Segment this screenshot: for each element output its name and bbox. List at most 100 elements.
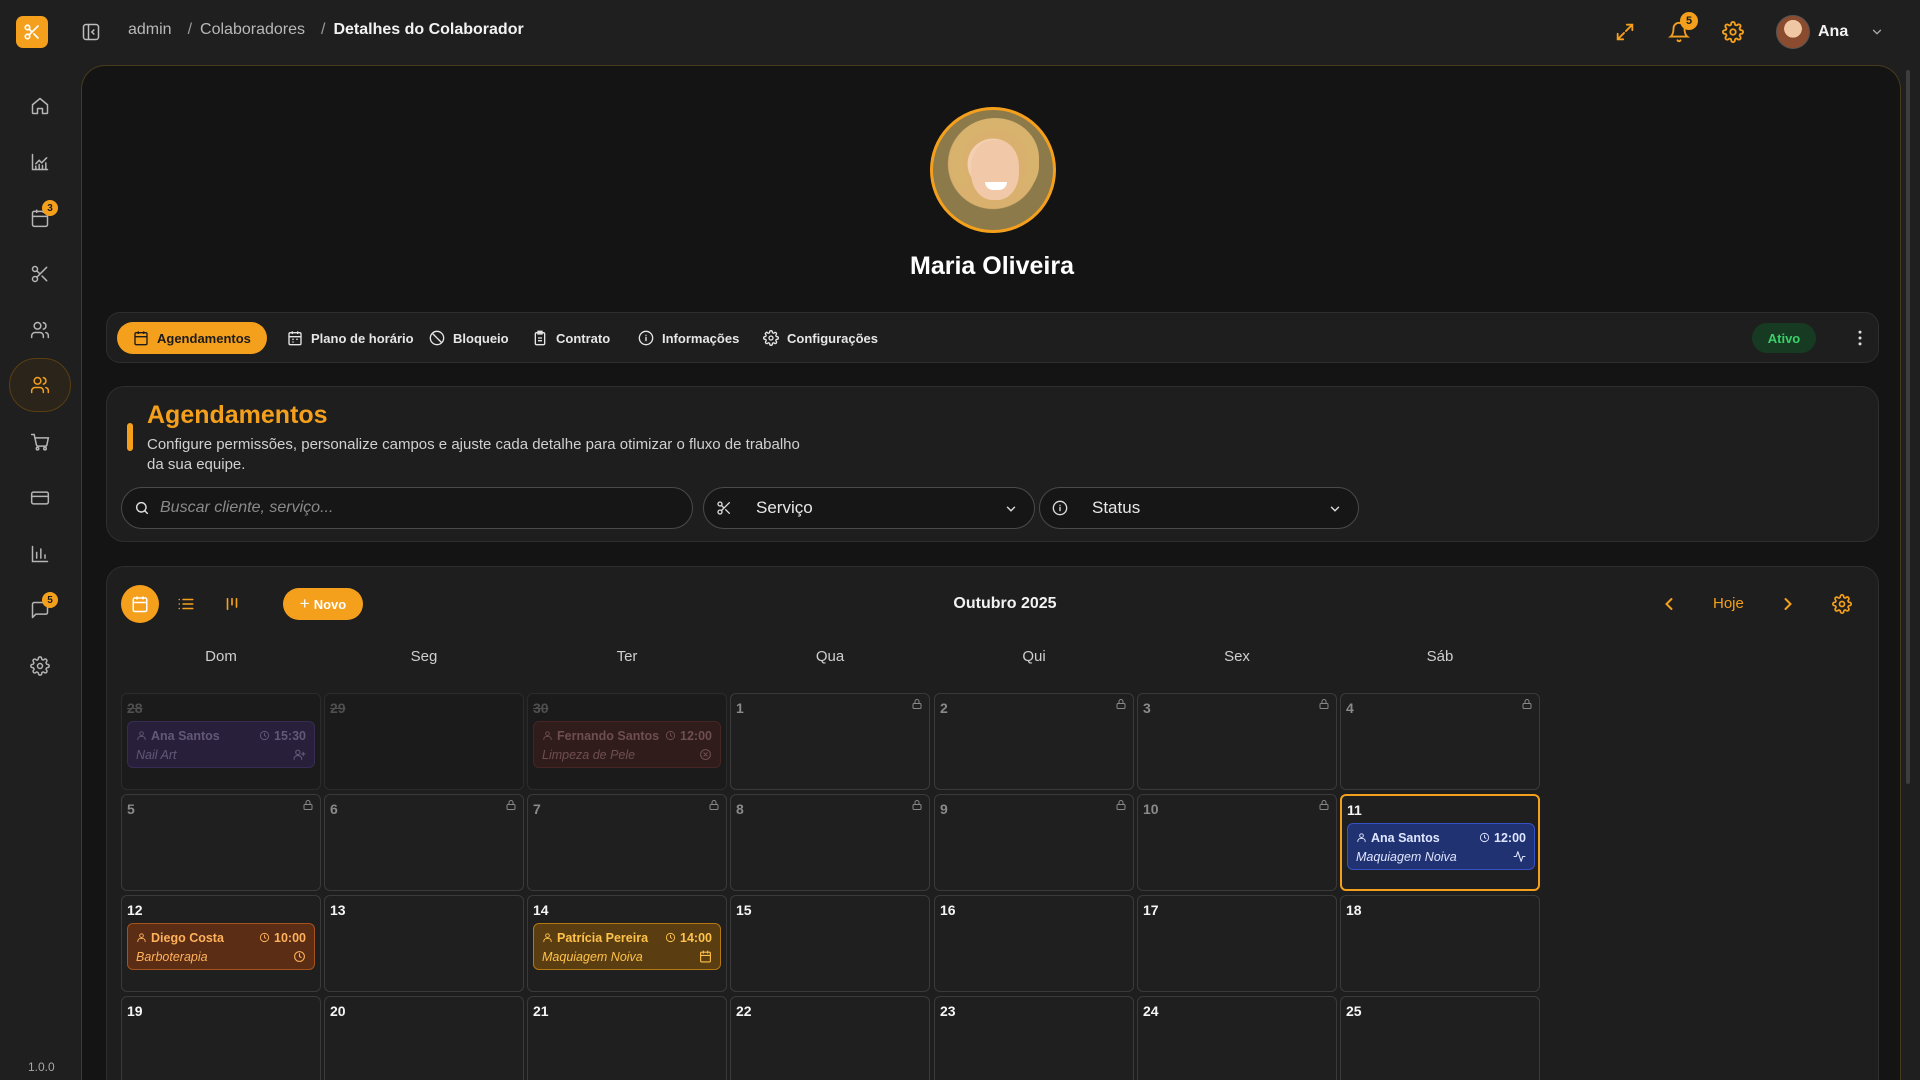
calendar-day[interactable]: 8: [730, 794, 930, 891]
expand-icon[interactable]: [1614, 21, 1636, 43]
appointment-time-value: 14:00: [680, 930, 712, 945]
lock-icon: [708, 799, 720, 811]
calendar-day[interactable]: 14 Patrícia Pereira 14:00 Maquiagem Noiva: [527, 895, 727, 992]
sidebar-item-vendas[interactable]: [20, 422, 60, 462]
calendar-day[interactable]: 18: [1340, 895, 1540, 992]
day-number: 18: [1346, 902, 1362, 918]
calendar-day[interactable]: 1: [730, 693, 930, 790]
tab-agendamentos[interactable]: Agendamentos: [117, 322, 267, 354]
day-number: 7: [533, 801, 541, 817]
appointment-card[interactable]: Diego Costa 10:00 Barboterapia: [127, 923, 315, 970]
sidebar-toggle-icon[interactable]: [81, 22, 101, 42]
lock-icon: [911, 698, 923, 710]
calendar-day[interactable]: 7: [527, 794, 727, 891]
calendar-day[interactable]: 5: [121, 794, 321, 891]
appointment-card[interactable]: Patrícia Pereira 14:00 Maquiagem Noiva: [533, 923, 721, 970]
chevron-down-icon: [1006, 506, 1016, 512]
day-number: 9: [940, 801, 948, 817]
tab-configuracoes[interactable]: Configurações: [747, 322, 894, 354]
calendar-day[interactable]: 22: [730, 996, 930, 1080]
status-select[interactable]: Status: [1039, 487, 1359, 529]
lock-icon: [1115, 799, 1127, 811]
calendar-day[interactable]: 23: [934, 996, 1134, 1080]
bar-chart-icon: [31, 545, 49, 563]
scrollbar[interactable]: [1906, 70, 1910, 784]
calendar-day[interactable]: 25: [1340, 996, 1540, 1080]
sidebar-item-colaboradores[interactable]: [9, 358, 71, 412]
tab-bloqueio[interactable]: Bloqueio: [413, 322, 525, 354]
calendar-day[interactable]: 30 Fernando Santos 12:00 Limpeza de Pele: [527, 693, 727, 790]
scissors-icon: [717, 501, 730, 515]
clock-icon: [665, 932, 680, 943]
calendar-day[interactable]: 3: [1137, 693, 1337, 790]
sidebar-item-pagamentos[interactable]: [20, 478, 60, 518]
scissors-logo-icon[interactable]: [16, 16, 48, 48]
sidebar-item-agenda[interactable]: 3: [20, 198, 60, 238]
chevron-right-icon[interactable]: [1778, 594, 1798, 614]
calendar-day[interactable]: 10: [1137, 794, 1337, 891]
chevron-left-icon[interactable]: [1659, 594, 1679, 614]
user-menu[interactable]: Ana: [1776, 15, 1884, 49]
activity-icon: [1513, 850, 1526, 863]
calendar-day[interactable]: 19: [121, 996, 321, 1080]
calendar-day[interactable]: 20: [324, 996, 524, 1080]
appointment-time: 10:00: [259, 931, 306, 945]
day-number: 20: [330, 1003, 346, 1019]
calendar-day[interactable]: 6: [324, 794, 524, 891]
appointment-card[interactable]: Ana Santos 12:00 Maquiagem Noiva: [1347, 823, 1535, 870]
calendar-day[interactable]: 29: [324, 693, 524, 790]
sidebar-item-relatorios[interactable]: [20, 534, 60, 574]
breadcrumb-admin[interactable]: admin: [128, 21, 172, 39]
calendar-icon: [134, 331, 148, 346]
calendar-day[interactable]: 13: [324, 895, 524, 992]
sidebar-item-servicos[interactable]: [20, 254, 60, 294]
calendar-day[interactable]: 28 Ana Santos 15:30 Nail Art: [121, 693, 321, 790]
appointment-card[interactable]: Fernando Santos 12:00 Limpeza de Pele: [533, 721, 721, 768]
chevron-down-icon: [1870, 25, 1884, 39]
service-select[interactable]: Serviço: [703, 487, 1035, 529]
search-input[interactable]: [160, 499, 680, 517]
day-number: 11: [1347, 802, 1362, 818]
calendar-day-today[interactable]: 11 Ana Santos 12:00 Maquiagem Noiva: [1340, 794, 1540, 891]
weekday-label: Qua: [815, 648, 845, 665]
calendar-day[interactable]: 12 Diego Costa 10:00 Barboterapia: [121, 895, 321, 992]
search-icon: [135, 501, 149, 515]
tab-contrato[interactable]: Contrato: [516, 322, 626, 354]
day-number: 17: [1143, 902, 1159, 918]
gear-icon[interactable]: [1722, 21, 1744, 43]
today-button[interactable]: Hoje: [1713, 595, 1744, 612]
clipboard-icon: [534, 330, 546, 346]
day-number: 5: [127, 801, 135, 817]
day-number: 1: [736, 700, 744, 716]
tab-plano-de-horario[interactable]: Plano de horário: [271, 322, 430, 354]
breadcrumb-current: Detalhes do Colaborador: [333, 21, 524, 38]
more-options-icon[interactable]: [1850, 328, 1870, 348]
appointment-time: 12:00: [665, 729, 712, 743]
lock-icon: [302, 799, 314, 811]
calendar-day[interactable]: 15: [730, 895, 930, 992]
status-badge: Ativo: [1752, 323, 1816, 353]
appointment-service: Nail Art: [136, 747, 177, 762]
breadcrumb-colaboradores[interactable]: Colaboradores: [200, 21, 305, 39]
tab-informacoes[interactable]: Informações: [622, 322, 755, 354]
lock-icon: [911, 799, 923, 811]
calendar-day[interactable]: 24: [1137, 996, 1337, 1080]
calendar-day[interactable]: 2: [934, 693, 1134, 790]
calendar-settings-icon[interactable]: [1832, 594, 1852, 614]
calendar-day[interactable]: 17: [1137, 895, 1337, 992]
sidebar-item-dashboard[interactable]: [20, 142, 60, 182]
search-field[interactable]: [121, 487, 693, 529]
lock-icon: [505, 799, 517, 811]
sidebar-item-configuracoes[interactable]: [20, 646, 60, 686]
calendar-day[interactable]: 9: [934, 794, 1134, 891]
tab-label: Agendamentos: [157, 330, 251, 346]
sidebar-item-clientes[interactable]: [20, 310, 60, 350]
clock-icon: [1479, 832, 1494, 843]
appointment-card[interactable]: Ana Santos 15:30 Nail Art: [127, 721, 315, 768]
calendar-day[interactable]: 4: [1340, 693, 1540, 790]
calendar-day[interactable]: 16: [934, 895, 1134, 992]
sidebar-item-home[interactable]: [20, 86, 60, 126]
sidebar-item-mensagens[interactable]: 5: [20, 590, 60, 630]
top-bar: admin / Colaboradores / Detalhes do Cola…: [0, 0, 1920, 64]
calendar-day[interactable]: 21: [527, 996, 727, 1080]
